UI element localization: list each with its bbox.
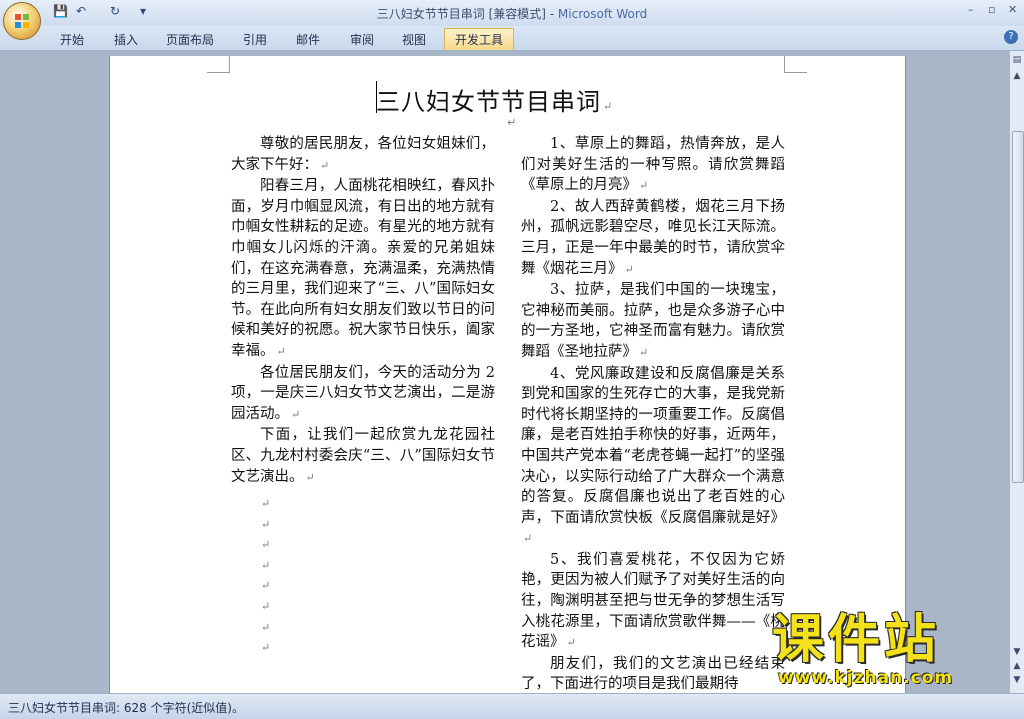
document-title: 三八妇女节节目串词 ↵ — [376, 88, 614, 116]
office-button[interactable] — [3, 2, 41, 40]
paragraph: 朋友们，我们的文艺演出已经结束了，下面进行的项目是我们最期待 — [521, 655, 785, 693]
empty-paragraph: ↵ — [261, 497, 271, 511]
paragraph: 尊敬的居民朋友，各位妇女姐妹们，大家下午好： ↵ — [231, 136, 495, 173]
watermark-text: 课件站 — [772, 610, 941, 670]
empty-paragraph: ↵ — [261, 579, 271, 593]
left-column: 尊敬的居民朋友，各位妇女姐妹们，大家下午好： ↵ 阳春三月，人面桃花相映红，春风扑… — [231, 134, 495, 659]
restore-button[interactable]: ▫ — [988, 3, 995, 16]
tab-home[interactable]: 开始 — [52, 30, 92, 49]
ribbon-tabs: 开始 插入 页面布局 引用 邮件 审阅 视图 开发工具 ? — [0, 26, 1024, 51]
help-icon[interactable]: ? — [1004, 30, 1018, 44]
window-title: 三八妇女节节目串词 [兼容模式] - Microsoft Word — [376, 7, 648, 21]
document-page[interactable]: 三八妇女节节目串词 ↵ ↵ 尊敬的居民朋友，各位妇女姐妹们，大家下午好： ↵ 阳春三… — [109, 56, 906, 693]
tab-developer[interactable]: 开发工具 — [444, 28, 515, 50]
ruler-toggle-icon[interactable]: ▤ — [1011, 55, 1023, 65]
paragraph: 阳春三月，人面桃花相映红，春风扑面，岁月巾帼显风流，有日出的地方就有巾帼女性耕耘… — [231, 178, 495, 359]
crop-mark-left — [207, 56, 230, 73]
empty-paragraph: ↵ — [261, 641, 271, 655]
scroll-thumb[interactable] — [1012, 131, 1024, 483]
minimize-button[interactable]: – — [968, 3, 974, 16]
empty-paragraph: ↵ — [261, 538, 271, 552]
previous-page-icon[interactable]: ▲ — [1011, 661, 1023, 671]
empty-paragraph: ↵ — [261, 558, 271, 572]
watermark-logo: 课件站 www.kjzhan.com — [772, 612, 953, 688]
crop-mark-right — [784, 56, 807, 73]
tab-page-layout[interactable]: 页面布局 — [158, 30, 222, 49]
empty-paragraph: ↵ — [261, 600, 271, 614]
next-page-icon[interactable]: ▼ — [1011, 675, 1023, 685]
tab-mailings[interactable]: 邮件 — [288, 30, 328, 49]
paragraph: 各位居民朋友们，今天的活动分为 2 项，一是庆三八妇女节文艺演出，二是游园活动。… — [231, 364, 495, 422]
word-count-status[interactable]: 三八妇女节节目串词: 628 个字符(近似值)。 — [8, 699, 244, 716]
paragraph: 下面，让我们一起欣赏九龙花园社区、九龙村村委会庆“三、八”国际妇女节文艺演出。 ↵ — [231, 427, 495, 485]
right-column: 1、草原上的舞蹈，热情奔放，是人们对美好生活的一种写照。请欣赏舞蹈《草原上的月亮… — [521, 134, 785, 693]
title-bar: 💾 ↶ ↻ ▾ 三八妇女节节目串词 [兼容模式] - Microsoft Wor… — [0, 0, 1024, 40]
scroll-up-icon[interactable]: ▲ — [1011, 71, 1023, 81]
office-logo-icon — [15, 14, 29, 28]
paragraph: 4、党风廉政建设和反腐倡廉是关系到党和国家的生死存亡的大事，是我党新时代将长期坚… — [521, 365, 785, 546]
status-bar: 三八妇女节节目串词: 628 个字符(近似值)。 — [0, 693, 1024, 719]
empty-paragraph: ↵ — [261, 620, 271, 634]
tab-review[interactable]: 审阅 — [342, 30, 382, 49]
watermark-url: www.kjzhan.com — [778, 668, 954, 688]
document-area: 三八妇女节节目串词 ↵ ↵ 尊敬的居民朋友，各位妇女姐妹们，大家下午好： ↵ 阳春三… — [0, 51, 1009, 693]
tab-view[interactable]: 视图 — [394, 30, 434, 49]
paragraph-mark: ↵ — [507, 116, 517, 129]
close-button[interactable]: ✕ — [1008, 3, 1017, 16]
tab-references[interactable]: 引用 — [235, 30, 275, 49]
scroll-down-icon[interactable]: ▼ — [1011, 647, 1023, 657]
paragraph: 1、草原上的舞蹈，热情奔放，是人们对美好生活的一种写照。请欣赏舞蹈《草原上的月亮… — [521, 136, 785, 194]
tab-insert[interactable]: 插入 — [106, 30, 146, 49]
vertical-scrollbar[interactable]: ▤ ▲ ▼ ▲ ▼ — [1009, 51, 1024, 693]
empty-paragraph: ↵ — [261, 517, 271, 531]
paragraph: 3、拉萨，是我们中国的一块瑰宝，它神秘而美丽。拉萨，也是众多游子心中的一方圣地，… — [521, 282, 785, 360]
paragraph: 5、我们喜爱桃花，不仅因为它娇艳，更因为被人们赋予了对美好生活的向往，陶渊明甚至… — [521, 551, 785, 651]
paragraph: 2、故人西辞黄鹤楼，烟花三月下扬州，孤帆远影碧空尽，唯见长江天际流。三月，正是一… — [521, 198, 785, 277]
